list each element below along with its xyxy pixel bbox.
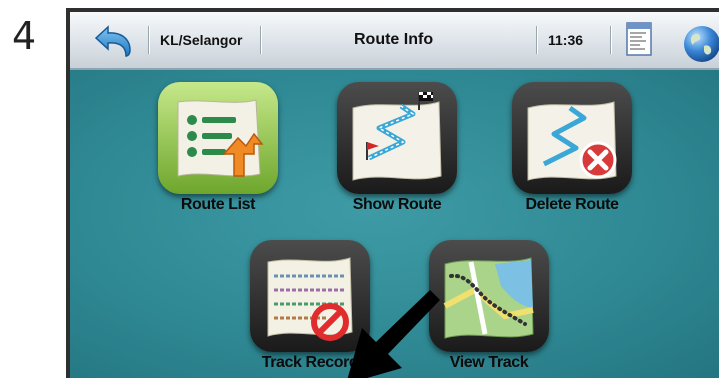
- clock-time: 11:36: [548, 32, 584, 48]
- route-list-label: Route List: [180, 196, 256, 213]
- document-icon: [626, 22, 652, 56]
- delete-route-icon: [527, 101, 617, 181]
- back-arrow-icon: [94, 25, 131, 57]
- separator: [536, 26, 538, 54]
- globe-button[interactable]: [682, 24, 719, 64]
- region-label[interactable]: KL/Selangor: [160, 32, 242, 48]
- device-screen: KL/Selangor Route Info 11:36 Route List …: [66, 8, 719, 378]
- separator: [260, 26, 262, 54]
- show-route-label: Show Route: [352, 196, 442, 213]
- show-route-icon: [352, 92, 442, 181]
- page-title: Route Info: [354, 31, 434, 48]
- route-list-icon: [177, 99, 264, 177]
- back-button[interactable]: [92, 24, 134, 58]
- step-number: 4: [12, 14, 37, 58]
- view-track-icon: [443, 257, 534, 339]
- delete-route-button[interactable]: Delete Route: [507, 82, 637, 214]
- separator: [148, 26, 150, 54]
- tile-frame: [512, 82, 632, 194]
- title-bar: KL/Selangor Route Info 11:36: [70, 12, 719, 70]
- document-button[interactable]: [626, 22, 652, 56]
- globe-icon: [684, 26, 719, 62]
- tile-frame: [158, 82, 278, 194]
- separator: [610, 26, 612, 54]
- pointer-arrow: [347, 290, 440, 378]
- main-menu: Route List Show Route Delete Route Track…: [70, 70, 719, 378]
- delete-route-label: Delete Route: [525, 196, 619, 213]
- show-route-button[interactable]: Show Route: [332, 82, 462, 214]
- route-list-button[interactable]: Route List: [153, 82, 283, 214]
- tile-frame: [337, 82, 457, 194]
